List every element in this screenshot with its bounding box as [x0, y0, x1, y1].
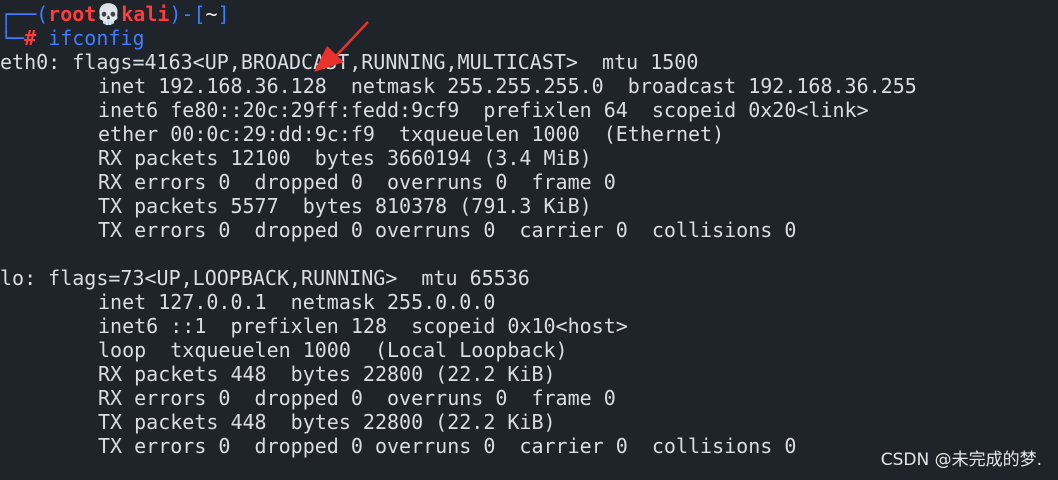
csdn-watermark: CSDN @未完成的梦.: [880, 450, 1042, 470]
prompt-user-host: root💀kali: [48, 2, 170, 26]
eth0-rx-packets: RX packets 12100 bytes 3660194 (3.4 MiB): [98, 146, 592, 170]
prompt-hash: #: [24, 26, 37, 50]
lo-tx-packets: TX packets 448 bytes 22800 (22.2 KiB): [98, 410, 556, 434]
command-text: ifconfig: [48, 26, 145, 50]
eth0-inet: inet 192.168.36.128 netmask 255.255.255.…: [98, 74, 917, 98]
lo-inet6: inet6 ::1 prefixlen 128 scopeid 0x10<hos…: [98, 314, 628, 338]
lo-tx-errors: TX errors 0 dropped 0 overruns 0 carrier…: [98, 434, 797, 458]
prompt-box-close: ]: [217, 2, 230, 26]
lo-rx-packets: RX packets 448 bytes 22800 (22.2 KiB): [98, 362, 556, 386]
prompt-cwd: ~: [205, 2, 218, 26]
eth0-ether: ether 00:0c:29:dd:9c:f9 txqueuelen 1000 …: [98, 122, 725, 146]
eth0-inet6: inet6 fe80::20c:29ff:fedd:9cf9 prefixlen…: [98, 98, 869, 122]
lo-inet: inet 127.0.0.1 netmask 255.0.0.0: [98, 290, 496, 314]
lo-rx-errors: RX errors 0 dropped 0 overruns 0 frame 0: [98, 386, 616, 410]
prompt-box-open: ┌──(: [0, 2, 49, 26]
prompt-header-line: ┌──(root💀kali)-[~]: [0, 2, 230, 26]
eth0-tx-errors: TX errors 0 dropped 0 overruns 0 carrier…: [98, 218, 797, 242]
eth0-rx-errors: RX errors 0 dropped 0 overruns 0 frame 0: [98, 170, 616, 194]
prompt-corner: └─: [0, 26, 25, 50]
prompt-command-line: └─# ifconfig: [0, 26, 145, 50]
eth0-header: eth0: flags=4163<UP,BROADCAST,RUNNING,MU…: [0, 50, 699, 74]
lo-loop: loop txqueuelen 1000 (Local Loopback): [98, 338, 568, 362]
lo-header: lo: flags=73<UP,LOOPBACK,RUNNING> mtu 65…: [0, 266, 530, 290]
terminal-window[interactable]: ┌──(root💀kali)-[~] └─# ifconfig eth0: fl…: [0, 0, 1058, 480]
eth0-tx-packets: TX packets 5577 bytes 810378 (791.3 KiB): [98, 194, 592, 218]
prompt-mid: )-[: [169, 2, 206, 26]
